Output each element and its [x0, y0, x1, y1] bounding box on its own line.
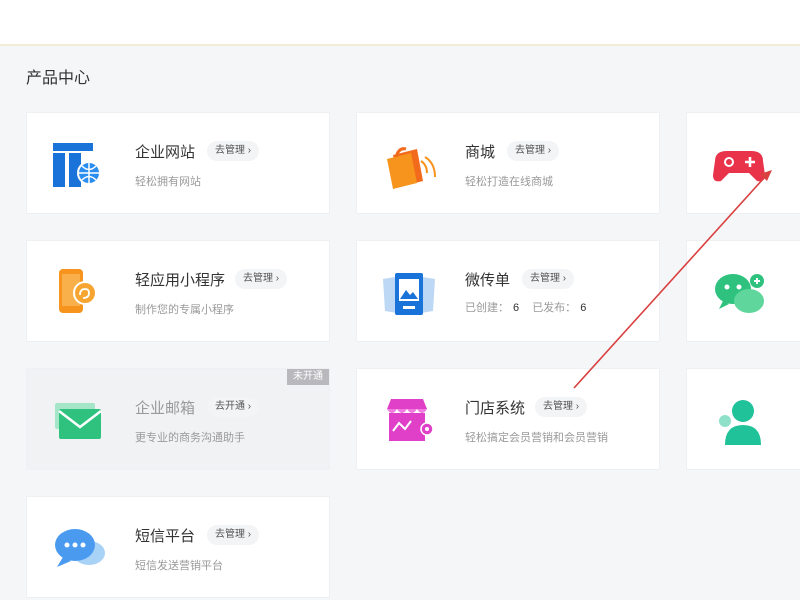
unopened-badge: 未开通 — [287, 369, 329, 385]
section-title: 产品中心 — [26, 70, 91, 87]
chat-bubble-icon — [55, 529, 105, 567]
manage-button[interactable]: 去管理 › — [207, 141, 260, 161]
game-controller-icon — [713, 151, 765, 182]
open-label: 去开通 — [215, 401, 245, 412]
product-desc: 短信发送营销平台 — [135, 560, 223, 572]
manage-button[interactable]: 去管理 › — [535, 397, 588, 417]
manage-button[interactable]: 去管理 › — [207, 525, 260, 545]
product-card-h5[interactable]: 微传单 去管理 › 已创建： 6 已发布： 6 — [356, 240, 660, 342]
mail-icon — [55, 403, 102, 439]
chevron-right-icon: › — [247, 529, 252, 540]
chevron-right-icon: › — [275, 273, 280, 284]
product-card-mail[interactable]: 未开通 企业邮箱 去开通 › 更专业的商务沟通助手 — [26, 368, 330, 470]
manage-label: 去管理 — [215, 529, 245, 540]
manage-label: 去管理 — [515, 145, 545, 156]
website-icon — [53, 143, 101, 187]
product-desc: 轻松打造在线商城 — [465, 176, 553, 188]
published-count: 6 — [580, 302, 587, 314]
product-name: 轻应用小程序 — [135, 272, 226, 289]
published-label: 已发布： — [532, 302, 577, 314]
product-name: 商城 — [465, 144, 496, 161]
manage-button[interactable]: 去管理 › — [507, 141, 560, 161]
mini-program-icon — [59, 269, 97, 313]
manage-label: 去管理 — [543, 401, 573, 412]
top-bar — [0, 0, 800, 46]
manage-button[interactable]: 去管理 › — [235, 269, 288, 289]
manage-label: 去管理 — [215, 145, 245, 156]
wechat-icon — [715, 274, 764, 313]
chevron-right-icon: › — [547, 145, 552, 156]
product-name: 短信平台 — [135, 528, 196, 545]
store-icon — [387, 399, 434, 441]
product-card-member[interactable] — [686, 368, 800, 470]
flyer-icon — [383, 273, 435, 315]
manage-label: 去管理 — [530, 273, 560, 284]
chevron-right-icon: › — [247, 145, 252, 156]
manage-label: 去管理 — [243, 273, 273, 284]
product-name: 微传单 — [465, 272, 511, 289]
product-card-wechat[interactable] — [686, 240, 800, 342]
product-card-sms[interactable]: 短信平台 去管理 › 短信发送营销平台 — [26, 496, 330, 598]
product-desc: 制作您的专属小程序 — [135, 304, 234, 316]
chevron-right-icon: › — [247, 401, 252, 412]
product-desc: 更专业的商务沟通助手 — [135, 432, 245, 444]
chevron-right-icon: › — [562, 273, 567, 284]
product-card-website[interactable]: 企业网站 去管理 › 轻松拥有网站 — [26, 112, 330, 214]
product-stats: 已创建： 6 已发布： 6 — [465, 299, 596, 315]
product-card-game[interactable] — [686, 112, 800, 214]
chevron-right-icon: › — [575, 401, 580, 412]
created-label: 已创建： — [465, 302, 509, 314]
shopping-bag-icon — [387, 147, 436, 189]
product-name: 门店系统 — [465, 400, 526, 417]
product-card-mall[interactable]: 商城 去管理 › 轻松打造在线商城 — [356, 112, 660, 214]
open-button[interactable]: 去开通 › — [207, 397, 260, 417]
member-icon — [719, 400, 761, 445]
manage-button[interactable]: 去管理 › — [522, 269, 575, 289]
product-desc: 轻松搞定会员营销和会员营销 — [465, 432, 608, 444]
product-name: 企业网站 — [135, 144, 196, 161]
product-card-miniapp[interactable]: 轻应用小程序 去管理 › 制作您的专属小程序 — [26, 240, 330, 342]
product-card-store[interactable]: 门店系统 去管理 › 轻松搞定会员营销和会员营销 — [356, 368, 660, 470]
created-count: 6 — [513, 302, 520, 314]
product-name: 企业邮箱 — [135, 400, 196, 417]
product-desc: 轻松拥有网站 — [135, 176, 201, 188]
